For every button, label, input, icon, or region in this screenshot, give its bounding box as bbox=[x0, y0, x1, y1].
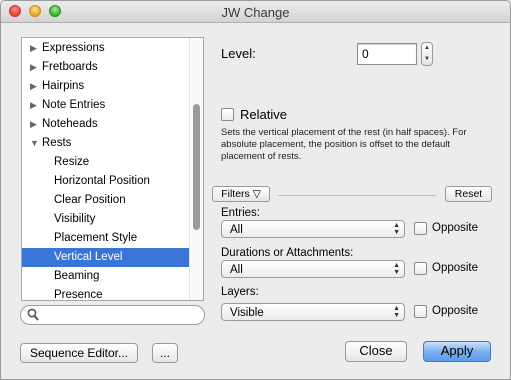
reset-button[interactable]: Reset bbox=[445, 186, 492, 202]
tree-item[interactable]: ▼ Rests bbox=[22, 134, 190, 153]
tree-item-label: Noteheads bbox=[42, 118, 98, 130]
filters-separator bbox=[278, 195, 436, 196]
select-arrows-icon: ▲ ▼ bbox=[393, 222, 400, 236]
disclosure-collapsed-icon[interactable]: ▶ bbox=[30, 96, 37, 115]
level-label: Level: bbox=[221, 46, 256, 61]
tree-item-label: Horizontal Position bbox=[54, 175, 150, 187]
tree-item-label: Fretboards bbox=[42, 61, 98, 73]
tree-item-label: Clear Position bbox=[54, 194, 126, 206]
window-title: JW Change bbox=[221, 5, 290, 20]
jw-change-window: JW Change ▶ Expressions ▶ Fretboards ▶ Hairpi… bbox=[0, 0, 511, 380]
relative-description: Sets the vertical placement of the rest … bbox=[221, 127, 467, 162]
tree-item-label: Hairpins bbox=[42, 80, 85, 92]
tree-item[interactable]: ▶ Fretboards bbox=[22, 58, 190, 77]
durations-label: Durations or Attachments: bbox=[221, 247, 354, 259]
search-field[interactable] bbox=[20, 305, 205, 325]
stepper-down-icon[interactable]: ▼ bbox=[424, 56, 430, 62]
entries-opposite-label: Opposite bbox=[432, 222, 479, 234]
list-scrollbar[interactable] bbox=[189, 38, 203, 300]
tree-item[interactable]: Clear Position bbox=[22, 191, 190, 210]
tree-item-label: Note Entries bbox=[42, 99, 106, 111]
relative-checkbox[interactable] bbox=[221, 108, 234, 121]
level-stepper[interactable]: ▲ ▼ bbox=[421, 42, 433, 66]
search-icon bbox=[27, 308, 39, 321]
level-field[interactable]: 0 bbox=[357, 43, 417, 65]
tree-item[interactable]: ▶ Noteheads bbox=[22, 115, 190, 134]
tree-item[interactable]: Vertical Level bbox=[22, 248, 190, 267]
tree-item-label: Beaming bbox=[54, 270, 100, 282]
sequence-editor-button[interactable]: Sequence Editor... bbox=[20, 343, 138, 363]
tree-item-label: Visibility bbox=[54, 213, 96, 225]
tree-item-label: Rests bbox=[42, 137, 72, 149]
entries-opposite-checkbox[interactable] bbox=[414, 222, 427, 235]
tree-item[interactable]: Visibility bbox=[22, 210, 190, 229]
close-button[interactable]: Close bbox=[345, 341, 407, 362]
durations-opposite-checkbox[interactable] bbox=[414, 262, 427, 275]
layers-select[interactable]: Visible ▲ ▼ bbox=[221, 303, 405, 321]
disclosure-collapsed-icon[interactable]: ▶ bbox=[30, 39, 37, 58]
disclosure-expanded-icon[interactable]: ▼ bbox=[30, 134, 39, 153]
layers-opposite-label: Opposite bbox=[432, 305, 479, 317]
entries-select[interactable]: All ▲ ▼ bbox=[221, 220, 405, 238]
layers-opposite-checkbox[interactable] bbox=[414, 305, 427, 318]
tree-item-label: Placement Style bbox=[54, 232, 138, 244]
tree-item[interactable]: ▶ Hairpins bbox=[22, 77, 190, 96]
tree-item[interactable]: Resize bbox=[22, 153, 190, 172]
layers-label: Layers: bbox=[221, 286, 259, 298]
tree-item-label: Vertical Level bbox=[54, 251, 123, 263]
durations-select-value: All bbox=[230, 264, 243, 276]
select-arrows-icon: ▲ ▼ bbox=[393, 262, 400, 276]
scroll-thumb[interactable] bbox=[193, 104, 200, 230]
tree-item-label: Presence bbox=[54, 289, 103, 301]
tree-item-label: Expressions bbox=[42, 42, 105, 54]
layers-select-value: Visible bbox=[230, 307, 264, 319]
more-options-button[interactable]: ... bbox=[152, 343, 178, 363]
disclosure-collapsed-icon[interactable]: ▶ bbox=[30, 58, 37, 77]
entries-select-value: All bbox=[230, 224, 243, 236]
disclosure-collapsed-icon[interactable]: ▶ bbox=[30, 115, 37, 134]
durations-opposite-label: Opposite bbox=[432, 262, 479, 274]
command-tree-list[interactable]: ▶ Expressions ▶ Fretboards ▶ Hairpins ▶ Note En… bbox=[21, 37, 204, 301]
apply-button[interactable]: Apply bbox=[423, 341, 491, 362]
tree-item[interactable]: Beaming bbox=[22, 267, 190, 286]
tree-item[interactable]: Placement Style bbox=[22, 229, 190, 248]
select-arrows-icon: ▲ ▼ bbox=[393, 305, 400, 319]
tree-item-label: Resize bbox=[54, 156, 90, 168]
tree-item[interactable]: Presence bbox=[22, 286, 190, 301]
tree-item[interactable]: ▶ Expressions bbox=[22, 39, 190, 58]
disclosure-collapsed-icon[interactable]: ▶ bbox=[30, 77, 37, 96]
title-bar: JW Change bbox=[1, 1, 510, 23]
stepper-up-icon[interactable]: ▲ bbox=[424, 45, 430, 51]
tree-item[interactable]: ▶ Note Entries bbox=[22, 96, 190, 115]
durations-select[interactable]: All ▲ ▼ bbox=[221, 260, 405, 278]
filters-button[interactable]: Filters ▽ bbox=[212, 186, 270, 202]
entries-label: Entries: bbox=[221, 207, 260, 219]
tree-item[interactable]: Horizontal Position bbox=[22, 172, 190, 191]
relative-label: Relative bbox=[240, 107, 287, 122]
